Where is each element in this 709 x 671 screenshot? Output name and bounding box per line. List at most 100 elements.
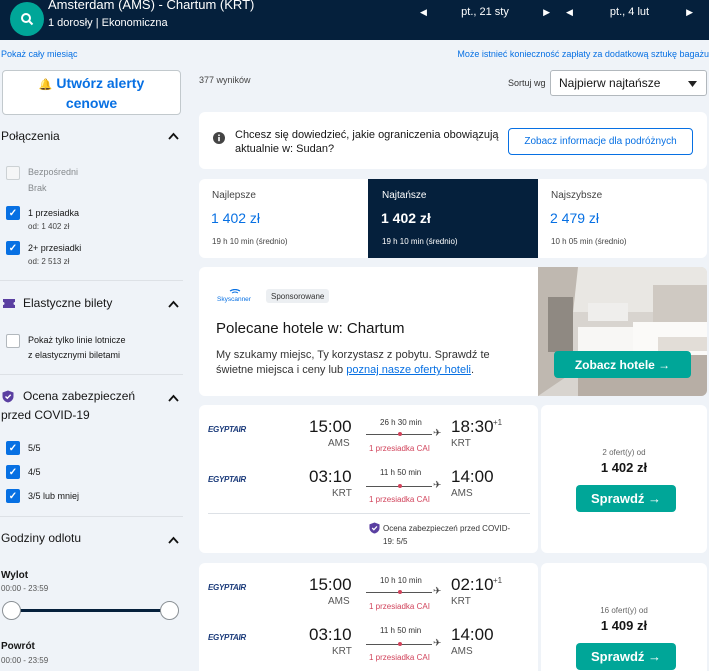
chevron-up-icon[interactable] [168,300,179,308]
chevron-down-icon [688,81,697,87]
inbound-departure-time: 03:10 [309,467,352,486]
shield-icon [2,390,14,403]
outbound-departure-code: AMS [328,596,350,607]
stop-dot [398,642,402,646]
covid-3-label: 3/5 lub mniej [28,491,80,501]
outbound-label: Wylot [1,570,29,581]
direct-sub: Brak [28,183,47,193]
inbound-duration: 11 h 50 min [380,468,422,477]
covid-5-label: 5/5 [28,443,41,453]
covid-5-checkbox[interactable]: ✓ [6,441,20,455]
price-alert-label: Utwórz alerty cenowe [56,74,145,111]
info-text-line1: Chcesz się dowiedzieć, jakie ograniczeni… [235,129,499,141]
inbound-arrival-time: 14:00 [451,625,494,644]
outbound-stops: 1 przesiadka CAI [369,444,430,453]
tab-cheapest-duration: 19 h 10 min (średnio) [382,237,458,246]
one-stop-checkbox[interactable]: ✓ [6,206,20,220]
check-offer-button[interactable]: Sprawdź → [576,485,676,512]
depart-date-selector[interactable]: ◀ pt., 21 sty ▶ [420,4,550,20]
results-count: 377 wyników [199,75,251,85]
prev-date-icon[interactable]: ◀ [566,7,573,18]
plane-icon: ✈ [433,480,442,491]
hotel-offers-link[interactable]: poznaj nasze oferty hoteli [346,364,471,376]
plane-icon: ✈ [433,586,442,597]
flex-checkbox[interactable] [6,334,20,348]
return-range: 00:00 - 23:59 [1,656,49,665]
divider [208,513,530,514]
price-panel: 2 ofert(y) od 1 402 zł Sprawdź → [541,405,707,553]
check-offer-button[interactable]: Sprawdź → [576,643,676,670]
divider [0,374,183,375]
return-date-selector[interactable]: ◀ pt., 4 lut ▶ [566,4,693,20]
outbound-slider-min-handle[interactable] [2,601,21,620]
flight-price: 1 402 zł [600,460,648,475]
search-icon [21,13,34,26]
outbound-arrival-code: KRT [451,596,471,607]
prev-date-icon[interactable]: ◀ [420,7,427,18]
covid-3-checkbox[interactable]: ✓ [6,489,20,503]
tab-fastest-duration: 10 h 05 min (średnio) [551,237,627,246]
bell-icon: 🔔 [38,78,53,91]
view-hotels-button[interactable]: Zobacz hotele → [554,351,691,378]
flex-option-line1: Pokaż tylko linie lotnicze [28,335,126,345]
direct-checkbox[interactable] [6,166,20,180]
outbound-duration: 10 h 10 min [380,576,422,585]
hotel-ad-text-end: . [470,364,475,376]
passengers-text: 1 dorosły | Ekonomiczna [48,17,168,29]
stop-dot [398,484,402,488]
check-icon: ✓ [8,442,18,454]
tab-fastest[interactable]: Najszybsze 2 479 zł 10 h 05 min (średnio… [538,179,707,258]
egyptair-logo: EGYPTAIR [208,633,246,642]
outbound-departure-time: 15:00 [309,417,352,436]
search-summary-bar[interactable]: Amsterdam (AMS) - Chartum (KRT) 1 dorosł… [0,0,709,40]
whole-month-link[interactable]: Pokaż cały miesiąc [1,49,78,59]
outbound-day-offset: +1 [493,576,503,585]
shield-icon [369,522,380,534]
inbound-departure-code: KRT [332,488,352,499]
check-icon: ✓ [8,242,18,254]
baggage-fee-link[interactable]: Może istnieć konieczność zapłaty za doda… [457,49,709,59]
inbound-arrival-code: AMS [451,488,473,499]
hotel-ad-text-line1: My szukamy miejsc, Ty korzystasz z pobyt… [216,349,490,361]
stop-dot [398,590,402,594]
egyptair-logo: EGYPTAIR [208,475,246,484]
tab-cheapest-price: 1 402 zł [381,210,431,226]
outbound-slider-max-handle[interactable] [160,601,179,620]
next-date-icon[interactable]: ▶ [543,7,550,18]
price-panel: 16 ofert(y) od 1 409 zł Sprawdź → [541,563,707,671]
price-alert-button[interactable]: 🔔 Utwórz alerty cenowe [2,70,181,115]
travel-info-button[interactable]: Zobacz informacje dla podróżnych [508,128,693,155]
chevron-up-icon[interactable] [168,536,179,544]
chevron-up-icon[interactable] [168,394,179,402]
outbound-slider-track[interactable] [12,609,170,612]
chevron-up-icon[interactable] [168,132,179,140]
sort-select[interactable]: Najpierw najtańsze [550,70,707,96]
two-stop-sub: od: 2 513 zł [28,257,70,266]
search-button[interactable] [10,2,44,36]
two-stop-checkbox[interactable]: ✓ [6,241,20,255]
covid-4-checkbox[interactable]: ✓ [6,465,20,479]
outbound-arrival-code: KRT [451,438,471,449]
inbound-stops: 1 przesiadka CAI [369,495,430,504]
direct-label: Bezpośredni [28,167,79,177]
two-stop-label: 2+ przesiadki [28,243,82,253]
skyscanner-logo: Skyscanner [217,288,253,303]
tab-fastest-price: 2 479 zł [550,210,600,226]
one-stop-label: 1 przesiadka [28,208,80,218]
covid-rating-line1: Ocena zabezpieczeń przed COVID- [383,524,511,533]
tab-cheapest-title: Najtańsze [382,190,427,201]
outbound-day-offset: +1 [493,418,503,427]
tab-best[interactable]: Najlepsze 1 402 zł 19 h 10 min (średnio) [199,179,368,258]
info-text-line2: aktualnie w: Sudan? [235,143,335,155]
outbound-departure-time: 15:00 [309,575,352,594]
flight-card[interactable]: EGYPTAIR 15:00 AMS 26 h 30 min ✈ 1 przes… [199,405,538,553]
divider [0,516,183,517]
travel-info-banner: Chcesz się dowiedzieć, jakie ograniczeni… [199,112,707,169]
covid-title-line2: przed COVID-19 [1,408,90,422]
offers-count: 2 ofert(y) od [602,448,646,457]
info-icon [213,132,225,144]
next-date-icon[interactable]: ▶ [686,7,693,18]
flight-card[interactable]: EGYPTAIR 15:00 AMS 10 h 10 min ✈ 1 przes… [199,563,538,671]
tab-cheapest[interactable]: Najtańsze 1 402 zł 19 h 10 min (średnio) [368,179,538,258]
inbound-duration: 11 h 50 min [380,626,422,635]
